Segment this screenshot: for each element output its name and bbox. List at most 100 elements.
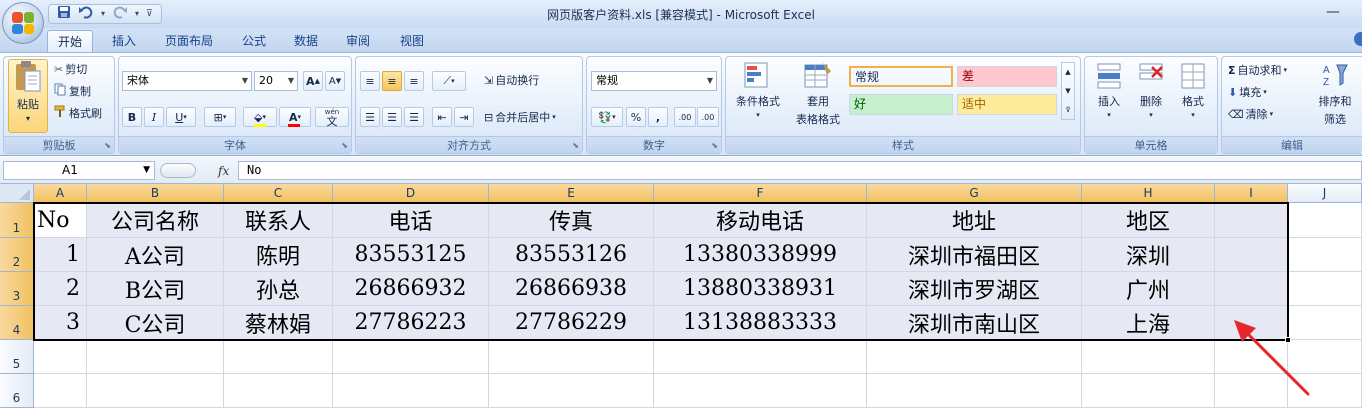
underline-button[interactable]: U ▾ (166, 107, 196, 127)
cell-g1[interactable]: 地址 (867, 203, 1082, 238)
cell-a1[interactable]: No (34, 203, 87, 238)
cell-c6[interactable] (224, 374, 333, 408)
cell-e2[interactable]: 83553126 (489, 238, 654, 272)
cell-i3[interactable] (1215, 272, 1288, 306)
column-header-g[interactable]: G (867, 184, 1082, 203)
column-header-d[interactable]: D (333, 184, 489, 203)
cell-h3[interactable]: 广州 (1082, 272, 1215, 306)
borders-button[interactable]: ⊞ ▾ (204, 107, 236, 127)
cell-f3[interactable]: 13880338931 (654, 272, 867, 306)
cell-b5[interactable] (87, 340, 224, 374)
office-button[interactable] (2, 2, 44, 44)
cell-d3[interactable]: 26866932 (333, 272, 489, 306)
cell-g5[interactable] (867, 340, 1082, 374)
cell-f2[interactable]: 13380338999 (654, 238, 867, 272)
number-launcher-icon[interactable]: ⬊ (711, 141, 718, 150)
cell-c1[interactable]: 联系人 (224, 203, 333, 238)
styles-gallery-scroll[interactable]: ▲ ▼ ⊽ (1061, 62, 1075, 120)
align-center-button[interactable]: ☰ (382, 107, 402, 127)
fill-color-button[interactable]: ⬙ ▾ (243, 107, 277, 127)
cell-e5[interactable] (489, 340, 654, 374)
select-all-corner[interactable] (0, 184, 34, 203)
bold-button[interactable]: B (122, 107, 142, 127)
cell-h1[interactable]: 地区 (1082, 203, 1215, 238)
grow-font-button[interactable]: A ▲ (303, 71, 323, 91)
cell-d4[interactable]: 27786223 (333, 306, 489, 340)
row-header-5[interactable]: 5 (0, 340, 34, 374)
wrap-text-button[interactable]: ⇲ 自动换行 (484, 72, 539, 88)
cell-d5[interactable] (333, 340, 489, 374)
shrink-font-button[interactable]: A ▼ (325, 71, 345, 91)
align-right-button[interactable]: ☰ (404, 107, 424, 127)
tab-view[interactable]: 视图 (389, 30, 435, 52)
orientation-button[interactable]: ⟋ ▾ (432, 71, 466, 91)
format-painter-button[interactable]: 格式刷 (54, 105, 102, 121)
cell-d6[interactable] (333, 374, 489, 408)
cell-a5[interactable] (34, 340, 87, 374)
tab-page-layout[interactable]: 页面布局 (155, 30, 223, 52)
fill-button[interactable]: ⬇ 填充 ▾ (1228, 84, 1267, 100)
minimize-button[interactable]: — (1326, 4, 1340, 20)
column-header-f[interactable]: F (654, 184, 867, 203)
cell-d1[interactable]: 电话 (333, 203, 489, 238)
insert-cells-button[interactable]: 插入 ▾ (1089, 61, 1129, 119)
font-color-button[interactable]: A ▾ (279, 107, 311, 127)
cell-g4[interactable]: 深圳市南山区 (867, 306, 1082, 340)
cell-g2[interactable]: 深圳市福田区 (867, 238, 1082, 272)
number-format-select[interactable]: 常规 ▼ (591, 71, 717, 91)
clipboard-launcher-icon[interactable]: ⬊ (104, 141, 111, 150)
cell-j1[interactable] (1288, 203, 1362, 238)
align-middle-button[interactable]: ≡ (382, 71, 402, 91)
column-header-j[interactable]: J (1288, 184, 1362, 203)
worksheet-grid[interactable]: A B C D E F G H I J 1 2 3 4 5 6 No 公司名称 … (0, 184, 1362, 419)
format-as-table-button[interactable]: 套用 表格格式 (788, 61, 848, 127)
row-header-4[interactable]: 4 (0, 306, 34, 340)
row-header-6[interactable]: 6 (0, 374, 34, 408)
cut-button[interactable]: ✂ 剪切 (54, 61, 87, 77)
paste-button[interactable]: 粘贴 ▾ (8, 59, 48, 133)
cell-b2[interactable]: A公司 (87, 238, 224, 272)
align-bottom-button[interactable]: ≡ (404, 71, 424, 91)
cell-a3[interactable]: 2 (34, 272, 87, 306)
column-header-c[interactable]: C (224, 184, 333, 203)
cell-g3[interactable]: 深圳市罗湖区 (867, 272, 1082, 306)
row-header-1[interactable]: 1 (0, 203, 34, 238)
cell-c5[interactable] (224, 340, 333, 374)
cell-style-bad[interactable]: 差 (957, 66, 1057, 87)
cell-a4[interactable]: 3 (34, 306, 87, 340)
align-top-button[interactable]: ≡ (360, 71, 380, 91)
alignment-launcher-icon[interactable]: ⬊ (572, 141, 579, 150)
font-size-select[interactable]: 20 ▼ (254, 71, 298, 91)
tab-home[interactable]: 开始 (47, 30, 93, 52)
sort-filter-button[interactable]: AZ 排序和 筛选 (1310, 61, 1360, 127)
cell-f5[interactable] (654, 340, 867, 374)
comma-button[interactable]: , (648, 107, 668, 127)
align-left-button[interactable]: ☰ (360, 107, 380, 127)
cell-h2[interactable]: 深圳 (1082, 238, 1215, 272)
cell-style-good[interactable]: 好 (849, 94, 953, 115)
tab-review[interactable]: 审阅 (337, 30, 379, 52)
cell-b6[interactable] (87, 374, 224, 408)
cell-c2[interactable]: 陈明 (224, 238, 333, 272)
cell-style-normal[interactable]: 常规 (849, 66, 953, 87)
cell-b3[interactable]: B公司 (87, 272, 224, 306)
copy-button[interactable]: 复制 (54, 83, 91, 99)
cell-e3[interactable]: 26866938 (489, 272, 654, 306)
row-header-2[interactable]: 2 (0, 238, 34, 272)
tab-insert[interactable]: 插入 (103, 30, 145, 52)
delete-cells-button[interactable]: 删除 ▾ (1131, 61, 1171, 119)
font-launcher-icon[interactable]: ⬊ (341, 141, 348, 150)
decrease-decimal-button[interactable]: .00 (697, 107, 719, 127)
column-header-a[interactable]: A (34, 184, 87, 203)
percent-button[interactable]: % (626, 107, 646, 127)
column-header-e[interactable]: E (489, 184, 654, 203)
column-header-b[interactable]: B (87, 184, 224, 203)
cell-b4[interactable]: C公司 (87, 306, 224, 340)
column-header-h[interactable]: H (1082, 184, 1215, 203)
row-header-3[interactable]: 3 (0, 272, 34, 306)
cell-style-neutral[interactable]: 适中 (957, 94, 1057, 115)
cell-h4[interactable]: 上海 (1082, 306, 1215, 340)
decrease-indent-button[interactable]: ⇤ (432, 107, 452, 127)
cell-i1[interactable] (1215, 203, 1288, 238)
format-cells-button[interactable]: 格式 ▾ (1173, 61, 1213, 119)
